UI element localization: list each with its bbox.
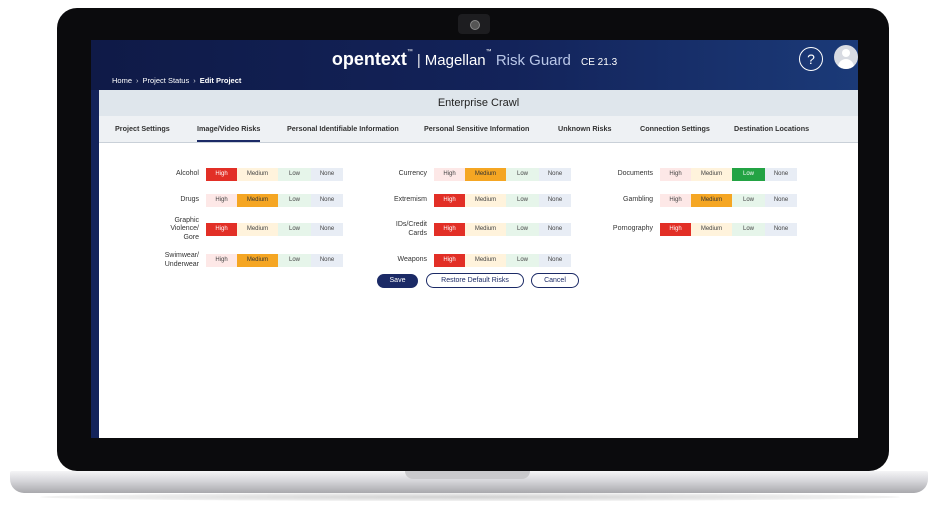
risk-alcohol-medium-option[interactable]: Medium <box>237 168 278 181</box>
product-subtitle: Risk Guard <box>495 52 571 69</box>
risk-currency-medium-option[interactable]: Medium <box>465 168 506 181</box>
breadcrumb-project-status[interactable]: Project Status <box>143 76 190 85</box>
risk-documents-low-option[interactable]: Low <box>732 168 765 181</box>
risk-ids-credit-cards-high-option[interactable]: High <box>434 223 465 236</box>
risk-label-graphic-violence-gore: Graphic Violence/Gore <box>170 216 199 241</box>
risk-weapons-low-option[interactable]: Low <box>506 254 539 267</box>
risk-pornography-low-option[interactable]: Low <box>732 223 765 236</box>
risk-alcohol-low-option[interactable]: Low <box>278 168 311 181</box>
risk-extremism-low-option[interactable]: Low <box>506 194 539 207</box>
risk-swimwear-underwear-none-option[interactable]: None <box>311 254 343 267</box>
tab-project-settings[interactable]: Project Settings <box>115 116 170 142</box>
risk-drugs-medium-option[interactable]: Medium <box>237 194 278 207</box>
risk-gambling-none-option[interactable]: None <box>765 194 797 207</box>
risk-alcohol-none-option[interactable]: None <box>311 168 343 181</box>
risk-label-ids-credit-cards: IDs/Credit Cards <box>395 221 427 237</box>
risk-graphic-violence-gore-medium-option[interactable]: Medium <box>237 223 278 236</box>
risk-ids-credit-cards-medium-option[interactable]: Medium <box>465 223 506 236</box>
risk-label-alcohol: Alcohol <box>176 170 199 178</box>
risk-label-extremism: Extremism <box>393 196 427 204</box>
risk-documents-medium-option[interactable]: Medium <box>691 168 732 181</box>
risk-extremism-medium-option[interactable]: Medium <box>465 194 506 207</box>
app-screen: opentext™ | Magellan™ Risk Guard CE 21.3 ?… <box>91 40 858 438</box>
risk-label-gambling: Gambling <box>623 196 653 204</box>
save-button[interactable]: Save <box>377 274 418 288</box>
risk-currency-low-option[interactable]: Low <box>506 168 539 181</box>
risk-ids-credit-cards-low-option[interactable]: Low <box>506 223 539 236</box>
risk-label-currency: Currency <box>398 170 427 178</box>
tab-bar: Project Settings Image/Video Risks Perso… <box>99 116 858 143</box>
risk-pornography-none-option[interactable]: None <box>765 223 797 236</box>
risk-pornography-medium-option[interactable]: Medium <box>691 223 732 236</box>
brand-title: opentext™ | Magellan™ Risk Guard CE 21.3 <box>331 49 618 69</box>
risk-ids-credit-cards-none-option[interactable]: None <box>539 223 571 236</box>
risk-label-documents: Documents <box>617 170 653 178</box>
risk-label-drugs: Drugs <box>180 196 199 204</box>
breadcrumb-current: Edit Project <box>199 76 242 85</box>
risk-graphic-violence-gore-none-option[interactable]: None <box>311 223 343 236</box>
tab-unknown-risks[interactable]: Unknown Risks <box>558 116 612 142</box>
breadcrumb-separator-icon: › <box>193 76 196 85</box>
breadcrumb-separator-icon: › <box>136 76 139 85</box>
laptop-notch <box>405 471 530 479</box>
risk-drugs-low-option[interactable]: Low <box>278 194 311 207</box>
product-name: Magellan <box>424 52 486 69</box>
tab-connection-settings[interactable]: Connection Settings <box>640 116 710 142</box>
risk-weapons-medium-option[interactable]: Medium <box>465 254 506 267</box>
tab-destination-locations[interactable]: Destination Locations <box>734 116 809 142</box>
risk-documents-none-option[interactable]: None <box>765 168 797 181</box>
camera-icon <box>458 14 490 34</box>
risk-alcohol-high-option[interactable]: High <box>206 168 237 181</box>
breadcrumb: Home › Project Status › Edit Project <box>112 76 241 85</box>
risk-swimwear-underwear-high-option[interactable]: High <box>206 254 237 267</box>
risk-extremism-none-option[interactable]: None <box>539 194 571 207</box>
laptop-shadow <box>40 493 900 501</box>
restore-default-risks-button[interactable]: Restore Default Risks <box>426 273 524 288</box>
risk-label-swimwear-underwear: Swimwear/Underwear <box>164 252 199 268</box>
risk-extremism-high-option[interactable]: High <box>434 194 465 207</box>
tab-image-video-risks[interactable]: Image/Video Risks <box>197 116 261 142</box>
risk-gambling-medium-option[interactable]: Medium <box>691 194 732 207</box>
risk-graphic-violence-gore-low-option[interactable]: Low <box>278 223 311 236</box>
risk-currency-high-option[interactable]: High <box>434 168 465 181</box>
tab-personal-identifiable-information[interactable]: Personal Identifiable Information <box>287 116 399 142</box>
tab-personal-sensitive-information[interactable]: Personal Sensitive Information <box>424 116 529 142</box>
risk-swimwear-underwear-medium-option[interactable]: Medium <box>237 254 278 267</box>
risk-weapons-none-option[interactable]: None <box>539 254 571 267</box>
risk-label-pornography: Pornography <box>612 225 653 233</box>
opentext-logo: opentext <box>331 49 407 69</box>
risk-swimwear-underwear-low-option[interactable]: Low <box>278 254 311 267</box>
camera-lens <box>470 20 480 30</box>
risk-drugs-high-option[interactable]: High <box>206 194 237 207</box>
risk-weapons-high-option[interactable]: High <box>434 254 465 267</box>
risk-currency-none-option[interactable]: None <box>539 168 571 181</box>
cancel-button[interactable]: Cancel <box>531 273 579 288</box>
left-edge-strip <box>91 90 99 438</box>
user-avatar-icon[interactable] <box>834 45 858 69</box>
risk-gambling-low-option[interactable]: Low <box>732 194 765 207</box>
page-title: Enterprise Crawl <box>99 90 858 116</box>
risk-label-weapons: Weapons <box>397 256 427 264</box>
risk-pornography-high-option[interactable]: High <box>660 223 691 236</box>
version-label: CE 21.3 <box>581 57 618 68</box>
breadcrumb-home[interactable]: Home <box>112 76 132 85</box>
app-header: opentext™ | Magellan™ Risk Guard CE 21.3 ?… <box>91 40 858 90</box>
risk-gambling-high-option[interactable]: High <box>660 194 691 207</box>
risk-graphic-violence-gore-high-option[interactable]: High <box>206 223 237 236</box>
risk-drugs-none-option[interactable]: None <box>311 194 343 207</box>
help-icon[interactable]: ? <box>799 47 823 71</box>
risk-documents-high-option[interactable]: High <box>660 168 691 181</box>
